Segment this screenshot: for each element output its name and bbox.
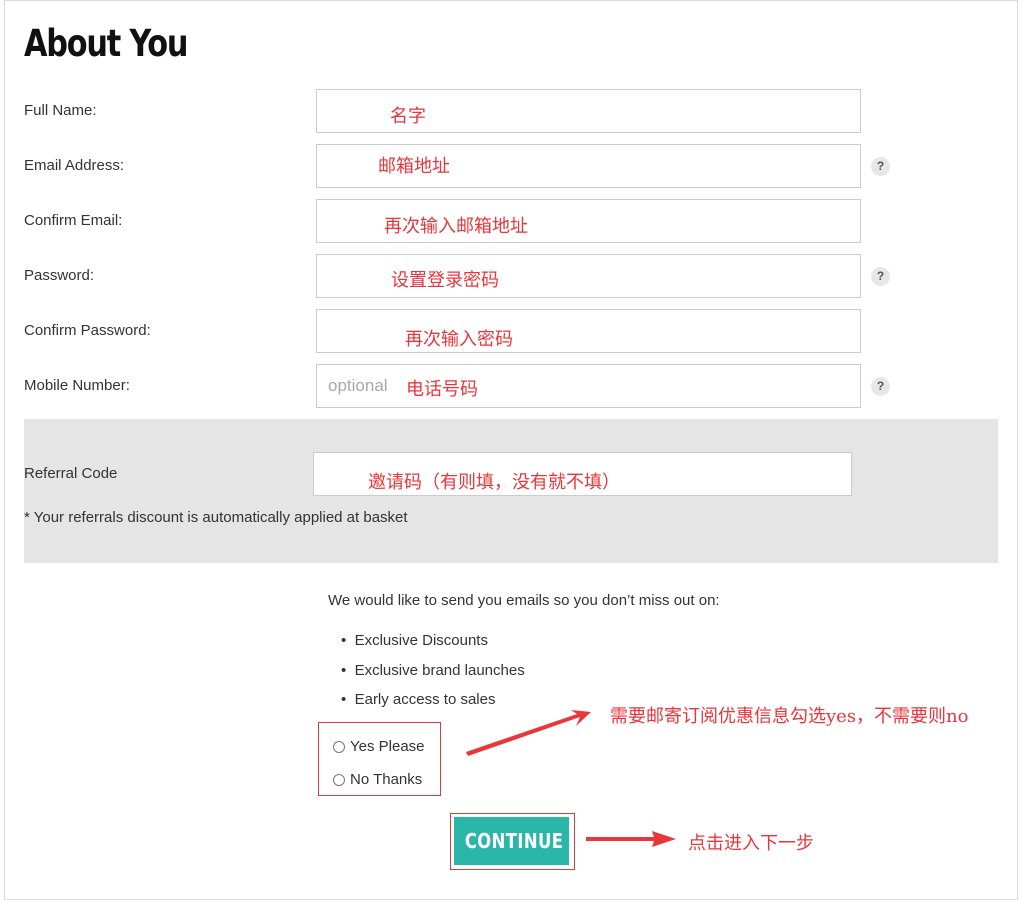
yes-radio[interactable] [333, 740, 345, 753]
yes-please-option[interactable]: Yes Please [333, 738, 425, 755]
full-name-annotation: 名字 [390, 106, 426, 127]
mobile-input[interactable] [317, 365, 860, 407]
email-help-icon[interactable]: ? [871, 157, 890, 176]
marketing-intro: We would like to send you emails so you … [328, 592, 720, 609]
password-label: Password: [24, 267, 95, 284]
full-name-label: Full Name: [24, 102, 97, 119]
confirm-password-annotation: 再次输入密码 [405, 329, 513, 350]
mobile-annotation: 电话号码 [406, 379, 478, 400]
confirm-password-label: Confirm Password: [24, 322, 151, 339]
confirm-email-annotation: 再次输入邮箱地址 [384, 216, 528, 237]
mobile-label: Mobile Number: [24, 377, 130, 394]
referral-label: Referral Code [24, 465, 118, 482]
referral-annotation: 邀请码（有则填，没有就不填） [368, 472, 620, 493]
benefit-item: • Exclusive brand launches [341, 662, 525, 679]
confirm-password-field[interactable] [316, 309, 861, 353]
no-label: No Thanks [350, 771, 423, 788]
referral-note: * Your referrals discount is automatical… [24, 509, 408, 526]
benefit-label: Exclusive brand launches [354, 662, 525, 679]
email-annotation: 邮箱地址 [378, 156, 450, 177]
continue-annotation: 点击进入下一步 [688, 833, 814, 854]
subscription-arrow-icon [466, 710, 591, 756]
email-label: Email Address: [24, 157, 125, 174]
page-title: About You [24, 22, 189, 65]
benefit-item: • Exclusive Discounts [341, 632, 488, 649]
confirm-email-label: Confirm Email: [24, 212, 123, 229]
no-radio[interactable] [333, 773, 345, 786]
password-annotation: 设置登录密码 [391, 270, 499, 291]
continue-arrow-icon [586, 831, 676, 847]
subscription-annotation: 需要邮寄订阅优惠信息勾选yes，不需要则no [610, 706, 969, 727]
mobile-help-icon[interactable]: ? [871, 377, 890, 396]
continue-label: CONTINUE [464, 829, 564, 853]
mobile-field[interactable] [316, 364, 861, 408]
confirm-password-input[interactable] [317, 310, 860, 352]
continue-button[interactable]: CONTINUE [454, 817, 569, 865]
yes-label: Yes Please [350, 738, 425, 755]
benefit-label: Exclusive Discounts [354, 632, 488, 649]
password-help-icon[interactable]: ? [871, 267, 890, 286]
no-thanks-option[interactable]: No Thanks [333, 771, 422, 788]
